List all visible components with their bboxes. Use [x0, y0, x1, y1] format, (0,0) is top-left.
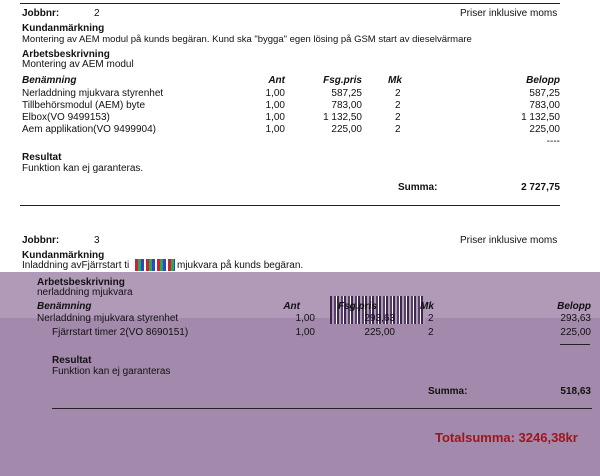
- summa-value: 518,63: [560, 386, 591, 397]
- row-belopp: 783,00: [529, 100, 560, 111]
- kundanmarkning-label: Kundanmärkning: [22, 23, 105, 34]
- row-ant: 1,00: [265, 112, 285, 123]
- row-belopp: 293,63: [560, 313, 591, 324]
- row-mk: 2: [395, 112, 401, 123]
- col-benamning: Benämning: [22, 75, 77, 86]
- summa-label: Summa:: [428, 386, 468, 397]
- resultat-text: Funktion kan ej garanteras: [52, 366, 171, 377]
- arbetsbeskrivning-text: nerladdning mjukvara: [37, 287, 133, 298]
- row-ant: 1,00: [265, 88, 285, 99]
- col-belopp: Belopp: [526, 75, 560, 86]
- row-belopp: 587,25: [529, 88, 560, 99]
- row-benamning: Elbox(VO 9499153): [22, 112, 110, 123]
- top-rule: [20, 3, 560, 4]
- row-fsgpris: 293,63: [364, 313, 395, 324]
- row-mk: 2: [395, 124, 401, 135]
- row-fsgpris: 783,00: [331, 100, 362, 111]
- row-ant: 1,00: [265, 124, 285, 135]
- resultat-label: Resultat: [22, 152, 62, 163]
- row-belopp: 225,00: [529, 124, 560, 135]
- col-fsgpris: Fsg.pris: [323, 75, 362, 86]
- section-divider: [52, 408, 592, 409]
- row-benamning: Nerladdning mjukvara styrenhet: [22, 88, 164, 99]
- col-belopp: Belopp: [557, 301, 591, 312]
- price-note: Priser inklusive moms: [460, 8, 558, 19]
- resultat-text: Funktion kan ej garanteras.: [22, 163, 144, 174]
- col-ant: Ant: [268, 75, 285, 86]
- row-benamning: Nerladdning mjukvara styrenhet: [37, 313, 179, 324]
- col-ant: Ant: [283, 301, 300, 312]
- col-mk: Mk: [388, 75, 402, 86]
- totalsumma: Totalsumma: 3246,38kr: [435, 430, 578, 445]
- row-ant: 1,00: [265, 100, 285, 111]
- row-mk: 2: [395, 100, 401, 111]
- row-belopp: 1 132,50: [521, 112, 560, 123]
- row-benamning: Fjärrstart timer 2(VO 8690151): [52, 327, 189, 338]
- kundanmarkning-text: Inladdning avFjärrstart ti: [22, 260, 130, 271]
- row-fsgpris: 1 132,50: [323, 112, 362, 123]
- row-fsgpris: 225,00: [331, 124, 362, 135]
- jobbnr-label: Jobbnr:: [22, 8, 60, 19]
- row-ant: 1,00: [295, 313, 315, 324]
- summa-value: 2 727,75: [521, 182, 560, 193]
- subtotal-rule: [560, 344, 590, 345]
- row-mk: 2: [428, 313, 434, 324]
- overlay-band-lower: [0, 318, 600, 476]
- arbetsbeskrivning-text: Montering av AEM modul: [22, 59, 134, 70]
- row-mk: 2: [395, 88, 401, 99]
- row-fsgpris: 587,25: [331, 88, 362, 99]
- price-note: Priser inklusive moms: [460, 235, 558, 246]
- row-ant: 1,00: [295, 327, 315, 338]
- col-fsgpris: Fsg.pris: [338, 301, 377, 312]
- section-divider: [20, 205, 560, 206]
- row-belopp: 225,00: [560, 327, 591, 338]
- col-mk: Mk: [420, 301, 434, 312]
- row-benamning: Aem applikation(VO 9499904): [22, 124, 156, 135]
- resultat-label: Resultat: [52, 355, 92, 366]
- glitch-noise: [135, 259, 175, 271]
- subtotal-dashes: ----: [546, 136, 560, 147]
- row-fsgpris: 225,00: [364, 327, 395, 338]
- row-benamning: Tillbehörsmodul (AEM) byte: [22, 100, 146, 111]
- kundanmarkning-text: Montering av AEM modul på kunds begäran.…: [22, 34, 472, 45]
- jobbnr-label: Jobbnr:: [22, 235, 60, 246]
- jobbnr-value: 3: [94, 235, 100, 246]
- row-mk: 2: [428, 327, 434, 338]
- col-benamning: Benämning: [37, 301, 92, 312]
- kundanmarkning-tail: mjukvara på kunds begäran.: [177, 260, 304, 271]
- summa-label: Summa:: [398, 182, 438, 193]
- jobbnr-value: 2: [94, 8, 100, 19]
